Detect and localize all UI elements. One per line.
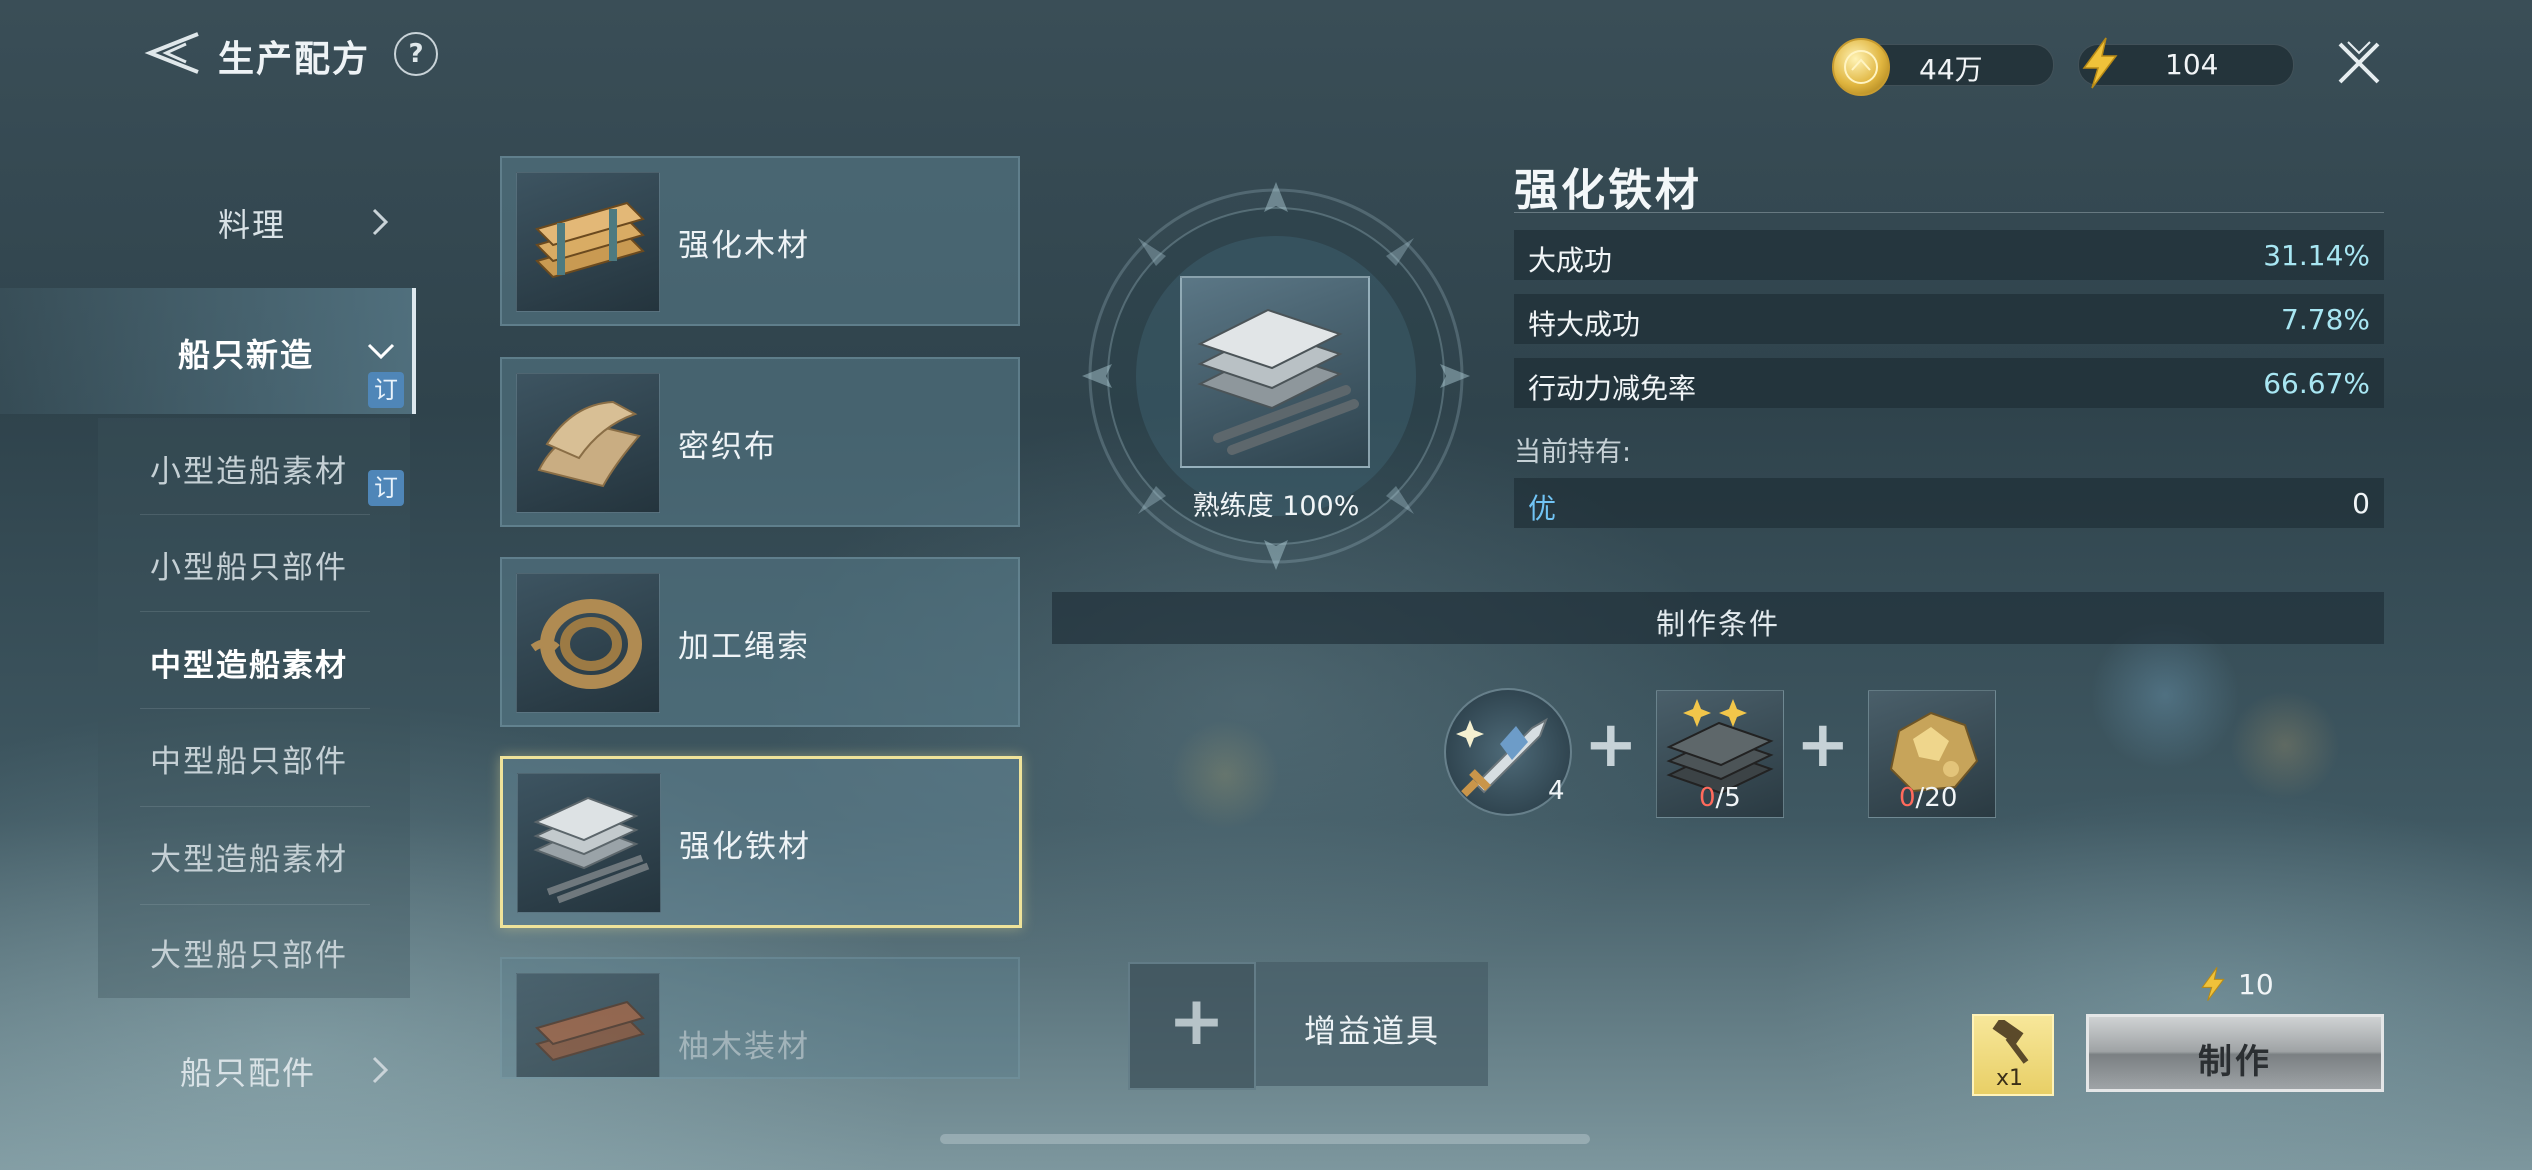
page-title: 生产配方 <box>218 39 371 80</box>
scrollbar[interactable] <box>940 1134 1590 1144</box>
divider <box>140 904 370 905</box>
recipe-card[interactable]: 密织布 <box>500 357 1020 527</box>
chevron-right-icon <box>372 1056 389 1084</box>
iron-plates-icon <box>517 773 661 913</box>
lightning-icon <box>2198 966 2228 1002</box>
stat-row: 特大成功 7.78% <box>1514 294 2384 344</box>
coin-icon <box>1832 38 1890 96</box>
plus-icon: + <box>1796 708 1850 782</box>
submenu-item-medium-parts[interactable]: 中型船只部件 <box>110 726 410 796</box>
submenu-item-small-material[interactable]: 小型造船素材 订 <box>110 436 410 506</box>
recipe-card-selected[interactable]: 强化铁材 <box>500 756 1022 928</box>
holding-count: 0 <box>2352 487 2370 520</box>
recipe-card[interactable]: 强化木材 <box>500 156 1020 326</box>
cloth-icon <box>516 373 660 513</box>
stat-value: 31.14% <box>2263 239 2370 272</box>
menu-item-label: 料理 <box>218 206 287 244</box>
back-arrow-icon[interactable] <box>140 28 200 78</box>
make-label: 制作 <box>2198 1042 2272 1082</box>
hammer-count: x1 <box>1996 1066 2024 1091</box>
skill-level: 4 <box>1548 776 1565 806</box>
mastery-label: 熟练度 100% <box>1192 491 1360 522</box>
coin-value: 44万 <box>1919 53 1983 86</box>
energy-cost: 10 <box>2238 968 2274 1001</box>
conditions-label: 制作条件 <box>1655 607 1780 641</box>
divider <box>140 708 370 709</box>
submenu-item-large-parts[interactable]: 大型船只部件 <box>110 920 410 990</box>
stat-row: 大成功 31.14% <box>1514 230 2384 280</box>
selected-item-icon <box>1180 276 1370 468</box>
background-glow <box>1170 720 1280 830</box>
conditions-header: 制作条件 <box>1052 592 2384 644</box>
hammer-icon <box>1992 1020 2029 1064</box>
help-icon[interactable]: ? <box>394 32 438 76</box>
stat-label: 行动力减免率 <box>1528 372 1697 405</box>
submenu-item-label: 大型船只部件 <box>150 938 348 974</box>
divider <box>140 611 370 612</box>
divider <box>140 806 370 807</box>
stat-label: 特大成功 <box>1528 308 1641 341</box>
rope-icon <box>516 573 660 713</box>
lightning-icon <box>2078 36 2122 90</box>
buff-label: 增益道具 <box>1303 1012 1440 1050</box>
energy-value: 104 <box>2165 48 2219 81</box>
recipe-label: 强化铁材 <box>679 829 811 865</box>
teak-icon <box>516 973 660 1077</box>
submenu-item-label: 小型船只部件 <box>150 550 348 586</box>
material-slot[interactable]: 0/20 <box>1868 690 1996 818</box>
wood-planks-icon <box>516 172 660 312</box>
material-count: 0/20 <box>1899 783 1958 813</box>
close-icon[interactable] <box>2334 38 2384 88</box>
menu-item-ship-accessories[interactable]: 船只配件 <box>150 1030 410 1110</box>
recipe-label: 强化木材 <box>678 228 810 264</box>
recipe-card[interactable]: 柚木装材 <box>500 957 1020 1079</box>
material-slot[interactable]: 0/5 <box>1656 690 1784 818</box>
submenu-item-label: 中型船只部件 <box>150 744 348 780</box>
recipe-label: 柚木装材 <box>678 1029 810 1065</box>
background-glow <box>2230 690 2340 800</box>
stat-value: 66.67% <box>2263 367 2370 400</box>
item-title: 强化铁材 <box>1514 165 1702 216</box>
recipe-label: 加工绳索 <box>678 629 810 665</box>
holding-row: 优 0 <box>1514 478 2384 528</box>
submenu-item-label: 中型造船素材 <box>150 648 348 684</box>
material-count: 0/5 <box>1699 783 1741 813</box>
submenu-item-label: 大型造船素材 <box>150 842 348 878</box>
add-buff-button[interactable]: + <box>1128 962 1256 1090</box>
stat-row: 行动力减免率 66.67% <box>1514 358 2384 408</box>
tag-badge: 订 <box>368 470 404 506</box>
stat-value: 7.78% <box>2281 303 2370 336</box>
stat-label: 大成功 <box>1528 244 1613 277</box>
hammer-count-button[interactable]: x1 <box>1972 1014 2054 1096</box>
quality-label: 优 <box>1528 492 1557 525</box>
submenu-item-large-material[interactable]: 大型造船素材 <box>110 824 410 894</box>
submenu-item-small-parts[interactable]: 小型船只部件 <box>110 532 410 602</box>
menu-item-label: 船只配件 <box>180 1054 317 1092</box>
chevron-down-icon <box>367 343 395 360</box>
plus-icon: + <box>1584 708 1638 782</box>
divider <box>1514 212 2384 213</box>
menu-item-cooking[interactable]: 料理 <box>150 180 410 260</box>
recipe-card[interactable]: 加工绳索 <box>500 557 1020 727</box>
make-button[interactable]: 制作 <box>2086 1014 2384 1092</box>
submenu-item-medium-material[interactable]: 中型造船素材 <box>110 630 410 700</box>
divider <box>140 514 370 515</box>
holding-label: 当前持有: <box>1514 437 1632 468</box>
chevron-right-icon <box>372 208 389 236</box>
buff-items-button[interactable]: 增益道具 <box>1256 962 1488 1086</box>
submenu-item-label: 小型造船素材 <box>150 454 348 490</box>
recipe-label: 密织布 <box>678 429 777 465</box>
tag-badge: 订 <box>368 372 404 408</box>
plus-icon: + <box>1168 982 1225 1061</box>
menu-item-label: 船只新造 <box>178 336 315 374</box>
menu-item-shipbuilding[interactable]: 船只新造 订 <box>0 288 416 414</box>
